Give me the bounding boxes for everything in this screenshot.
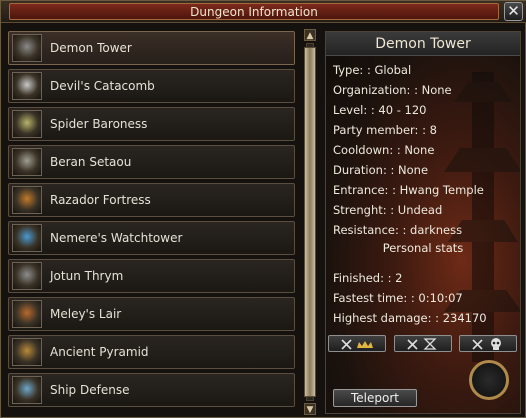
field-label: Duration: <box>333 163 391 177</box>
scrollbar[interactable]: ▲ ▼ <box>303 29 317 415</box>
spider-baroness-thumb <box>12 110 42 138</box>
razador-fortress-thumb <box>12 186 42 214</box>
field-value: : 0:10:07 <box>410 291 463 305</box>
info-field-row: Resistance: : darkness <box>333 223 462 237</box>
field-value: : 8 <box>422 123 437 137</box>
scroll-down-arrow-icon[interactable]: ▼ <box>304 403 316 415</box>
field-label: Organization: <box>333 83 415 97</box>
devils-catacomb-thumb <box>12 72 42 100</box>
scroll-thumb[interactable] <box>304 47 316 397</box>
field-value: : Undead <box>390 203 443 217</box>
skull-icon <box>472 338 501 350</box>
info-field-row: Type: : Global <box>333 63 411 77</box>
dungeon-name: Jotun Thrym <box>50 269 124 283</box>
dungeon-name: Razador Fortress <box>50 193 151 207</box>
field-label: Strenght: <box>333 203 391 217</box>
dungeon-name: Demon Tower <box>50 41 132 55</box>
jotun-thrym-thumb <box>12 262 42 290</box>
dungeon-list-item[interactable]: Jotun Thrym <box>8 259 295 293</box>
info-header: Demon Tower <box>326 32 520 56</box>
info-field-row: Party member: : 8 <box>333 123 437 137</box>
dungeon-emblem-slot[interactable] <box>469 360 509 400</box>
scroll-up-arrow-icon[interactable]: ▲ <box>304 29 316 41</box>
field-value: : 234170 <box>435 311 487 325</box>
field-value: : None <box>414 83 452 97</box>
ranking-fastest-button[interactable] <box>394 335 452 352</box>
dungeon-list-item[interactable]: Razador Fortress <box>8 183 295 217</box>
field-value: : None <box>396 143 435 157</box>
field-label: Finished: <box>333 271 388 285</box>
dungeon-list: Demon Tower Devil's Catacomb Spider Barone… <box>8 31 295 414</box>
dungeon-name: Meley's Lair <box>50 307 122 321</box>
field-label: Cooldown: <box>333 143 397 157</box>
field-value: : darkness <box>402 223 463 237</box>
personal-stats-heading: Personal stats <box>382 241 464 255</box>
dungeon-list-item[interactable]: Devil's Catacomb <box>8 69 295 103</box>
window-title: Dungeon Information <box>190 5 318 19</box>
info-field-row: Organization: : None <box>333 83 452 97</box>
info-field-row: Level: : 40 - 120 <box>333 103 426 117</box>
dungeon-name: Spider Baroness <box>50 117 148 131</box>
dungeon-title: Demon Tower <box>375 36 471 52</box>
ranking-finished-button[interactable] <box>328 335 386 352</box>
title-plate: Dungeon Information <box>9 3 499 20</box>
dungeon-list-item[interactable]: Beran Setaou <box>8 145 295 179</box>
dungeon-list-item[interactable]: Spider Baroness <box>8 107 295 141</box>
info-field-row: Duration: : None <box>333 163 428 177</box>
dungeon-name: Devil's Catacomb <box>50 79 155 93</box>
ranking-damage-button[interactable] <box>459 335 517 352</box>
dungeon-name: Beran Setaou <box>50 155 132 169</box>
nemere-watchtower-thumb <box>12 224 42 252</box>
dungeon-list-item[interactable]: Demon Tower <box>8 31 295 65</box>
close-button[interactable]: ✕ <box>504 2 523 21</box>
meley-lair-thumb <box>12 300 42 328</box>
dungeon-name: Ancient Pyramid <box>50 345 149 359</box>
field-label: Entrance: <box>333 183 393 197</box>
field-label: Highest damage: <box>333 311 436 325</box>
beran-setaou-thumb <box>12 148 42 176</box>
dungeon-name: Nemere's Watchtower <box>50 231 183 245</box>
teleport-button[interactable]: Teleport <box>333 389 417 407</box>
field-value: : Global <box>366 63 412 77</box>
stat-row: Highest damage: : 234170 <box>333 311 487 325</box>
field-label: Resistance: <box>333 223 403 237</box>
info-field-row: Entrance: : Hwang Temple <box>333 183 484 197</box>
stat-row: Fastest time: : 0:10:07 <box>333 291 463 305</box>
field-label: Type: <box>333 63 367 77</box>
demon-tower-thumb <box>12 34 42 62</box>
dungeon-info-window: Dungeon Information ✕ Demon Tower Devil's… <box>0 0 526 418</box>
field-value: : Hwang Temple <box>392 183 484 197</box>
field-label: Fastest time: <box>333 291 411 305</box>
info-field-row: Strenght: : Undead <box>333 203 442 217</box>
dungeon-details-panel: Demon Tower Type: : Global Organization: … <box>325 31 521 414</box>
info-field-row: Cooldown: : None <box>333 143 434 157</box>
hourglass-icon <box>407 338 437 350</box>
ancient-pyramid-thumb <box>12 338 42 366</box>
close-icon: ✕ <box>507 2 520 20</box>
dungeon-name: Ship Defense <box>50 383 130 397</box>
field-value: : 40 - 120 <box>370 103 427 117</box>
field-label: Party member: <box>333 123 423 137</box>
stat-row: Finished: : 2 <box>333 271 403 285</box>
dungeon-list-item[interactable]: Ancient Pyramid <box>8 335 295 369</box>
dungeon-list-item[interactable]: Nemere's Watchtower <box>8 221 295 255</box>
crown-icon <box>341 339 373 350</box>
field-label: Level: <box>333 103 371 117</box>
field-value: : 2 <box>387 271 403 285</box>
dungeon-list-item[interactable]: Ship Defense <box>8 373 295 407</box>
title-bar[interactable]: Dungeon Information ✕ <box>1 1 526 23</box>
ship-defense-thumb <box>12 376 42 404</box>
dungeon-list-item[interactable]: Meley's Lair <box>8 297 295 331</box>
field-value: : None <box>390 163 429 177</box>
